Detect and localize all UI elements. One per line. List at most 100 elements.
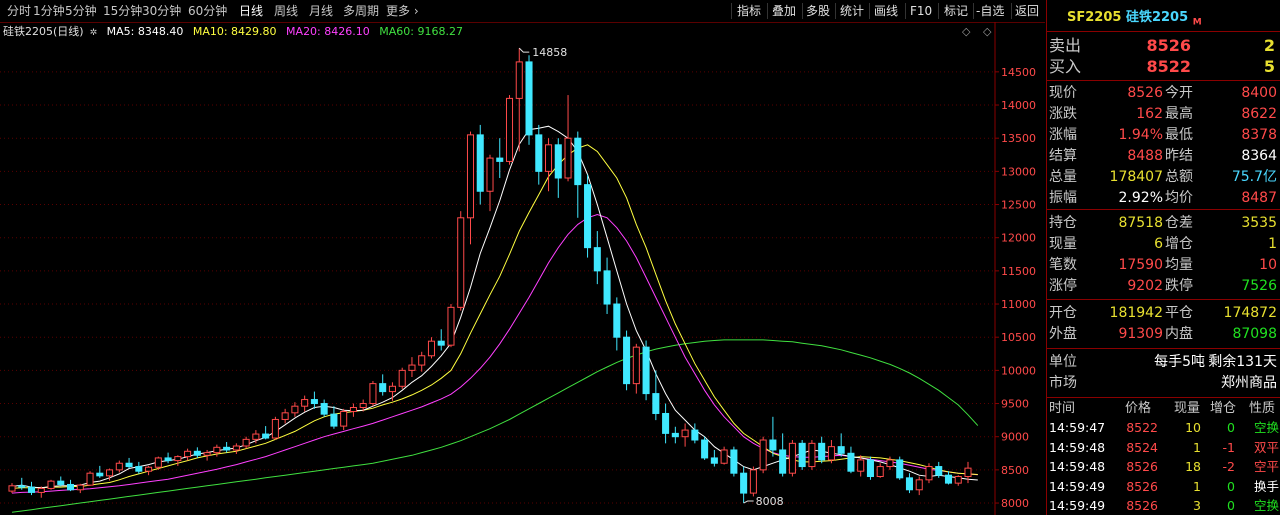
col-price: 价格 [1125, 401, 1152, 416]
candle-body [27, 486, 36, 493]
back-button[interactable]: 返回 [1011, 2, 1043, 20]
tick-time: 14:59:48 [1049, 439, 1106, 455]
divider [1047, 80, 1280, 81]
candle-body [427, 340, 435, 357]
market-label: 市场 [1049, 375, 1077, 391]
candle-body [164, 457, 172, 462]
stat-value: 6 [1154, 236, 1163, 252]
tick-oi-change: 0 [1227, 478, 1235, 494]
unit-row: 单位 每手5吨 剩余131天 [1047, 352, 1280, 373]
indicator-button[interactable]: 指标 [733, 2, 765, 20]
price-tick-label: 13500 [1001, 132, 1036, 145]
gear-icon[interactable]: ✲ [90, 28, 98, 38]
tick-oi-change: 0 [1227, 498, 1235, 513]
period-tab-month[interactable]: 月线 [309, 3, 333, 19]
candle-body [76, 484, 84, 491]
candle-body [769, 439, 777, 451]
tick-nature: 空换 [1253, 420, 1279, 435]
period-tab-week[interactable]: 周线 [274, 3, 298, 19]
candle-body [564, 137, 572, 179]
divider [1047, 209, 1280, 210]
ma60-line [11, 339, 979, 513]
statistics-button[interactable]: 统计 [836, 2, 868, 20]
candle-body [193, 450, 201, 456]
contract-code: SF2205 [1067, 10, 1122, 25]
candle-body [954, 476, 962, 484]
candle-body [798, 442, 806, 468]
candle-body [96, 472, 104, 477]
stat-value: 9202 [1127, 278, 1163, 294]
candle-body [535, 134, 543, 172]
candle-body [310, 399, 318, 405]
col-volume: 现量 [1174, 401, 1201, 416]
period-tab-60min[interactable]: 60分钟 [188, 3, 227, 19]
days-remaining: 剩余131天 [1208, 354, 1277, 370]
candle-body [125, 462, 133, 468]
draw-line-button[interactable]: 画线 [870, 2, 902, 20]
period-tab-multi[interactable]: 多周期 [343, 3, 379, 19]
period-tab-30min[interactable]: 30分钟 [142, 3, 181, 19]
sell-row[interactable]: 卖出 8526 2 [1047, 35, 1280, 56]
candle-body [876, 466, 884, 478]
contract-name: 硅铁2205 [1125, 10, 1189, 25]
period-tab-5min[interactable]: 5分钟 [65, 3, 97, 19]
candle-body [642, 346, 650, 395]
tick-price: 8526 [1126, 498, 1158, 513]
multi-stock-button[interactable]: 多股 [802, 2, 834, 20]
price-tick-label: 10000 [1001, 364, 1036, 377]
candle-body [447, 306, 455, 346]
buy-volume: 5 [1263, 57, 1275, 76]
candle-body [466, 134, 475, 219]
col-nature: 性质 [1249, 401, 1276, 416]
candle-body [730, 449, 738, 474]
stat-value: 3535 [1241, 215, 1277, 231]
ma-legend: 硅铁2205(日线) ✲ MA5: 8348.40 MA10: 8429.80 M… [3, 24, 469, 40]
quote-panel: SF2205 硅铁2205 M 卖出 8526 2 买入 8522 5 现价 85… [1046, 0, 1280, 515]
period-tab-15min[interactable]: 15分钟 [103, 3, 142, 19]
ma5-line [11, 125, 978, 489]
period-tab-more[interactable]: 更多 › [386, 3, 419, 19]
tick-price: 8526 [1126, 459, 1158, 474]
diamond-icon[interactable]: ◇ [983, 25, 991, 38]
stat-value: 8378 [1241, 127, 1277, 143]
candle-body [964, 467, 972, 478]
candle-body [788, 442, 796, 474]
tick-price: 8522 [1126, 420, 1158, 435]
stat-value: 75.7亿 [1231, 169, 1277, 185]
candle-body [408, 364, 416, 371]
candle-body [349, 407, 357, 412]
candle-body [106, 469, 114, 477]
stat-value: 8622 [1241, 106, 1277, 122]
period-tab-tick[interactable]: 分时 [7, 3, 31, 19]
main-contract-badge: M [1192, 17, 1202, 28]
chevron-right-icon: › [410, 4, 419, 18]
candle-body [281, 412, 289, 420]
watchlist-remove-button[interactable]: -自选 [972, 2, 1008, 20]
stat-value: 91309 [1118, 326, 1163, 342]
period-tab-1min[interactable]: 1分钟 [33, 3, 65, 19]
buy-row[interactable]: 买入 8522 5 [1047, 56, 1280, 77]
tick-oi-change: 0 [1227, 420, 1235, 435]
tick-volume: 1 [1193, 478, 1201, 494]
candle-body [652, 393, 660, 414]
diamond-icon[interactable]: ◇ [962, 25, 970, 38]
candle-body [86, 472, 94, 486]
stat-row: 现量 6 增仓 1 [1047, 234, 1280, 255]
tick-row: 14:59:48 8526 18 -2 空平 [1047, 458, 1280, 475]
mark-button[interactable]: 标记 [940, 2, 972, 20]
overlay-button[interactable]: 叠加 [768, 2, 800, 20]
stat-label: 开仓 [1049, 305, 1077, 321]
stat-label: 平仓 [1165, 305, 1193, 321]
toolbar-divider [938, 3, 939, 19]
f10-button[interactable]: F10 [906, 2, 936, 20]
kline-chart[interactable]: 8000 8500 9000 9500 10000 10500 11000 11500 1200… [0, 22, 1045, 515]
candle-body [320, 403, 328, 415]
period-tab-day[interactable]: 日线 [239, 3, 263, 19]
candle-body [301, 399, 309, 407]
stat-label: 最高 [1165, 106, 1193, 122]
ma60-label: MA60: 9168.27 [379, 25, 463, 38]
candle-body [681, 429, 689, 438]
unit-value: 每手5吨 [1154, 354, 1205, 370]
tick-row: 14:59:49 8526 1 0 换手 [1047, 478, 1280, 495]
ma10-label: MA10: 8429.80 [192, 25, 277, 38]
